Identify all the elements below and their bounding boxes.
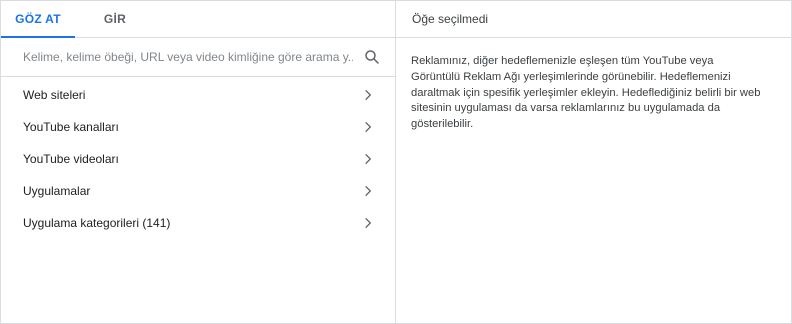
selection-panel: Öğe seçilmedi Reklamınız, diğer hedeflem… [396,1,791,323]
selection-description: Reklamınız, diğer hedeflemenizle eşleşen… [411,55,761,131]
category-label: Uygulama kategorileri (141) [23,216,171,230]
category-list: Web siteleri YouTube kanalları YouTube v… [1,77,395,239]
selection-header: Öğe seçilmedi [396,1,791,38]
placement-picker: GÖZ AT GİR Web siteleri YouTube kanallar… [0,0,792,324]
tab-browse[interactable]: GÖZ AT [1,1,75,38]
category-label: YouTube videoları [23,152,119,166]
chevron-right-icon [365,121,372,133]
chevron-right-icon [365,89,372,101]
browse-panel: GÖZ AT GİR Web siteleri YouTube kanallar… [1,1,396,323]
category-label: YouTube kanalları [23,120,119,134]
search-input[interactable] [23,47,353,67]
search-icon[interactable] [363,48,381,66]
category-label: Web siteleri [23,88,86,102]
tab-bar: GÖZ AT GİR [1,1,395,38]
chevron-right-icon [365,217,372,229]
category-app-categories[interactable]: Uygulama kategorileri (141) [1,207,395,239]
category-websites[interactable]: Web siteleri [1,79,395,111]
chevron-right-icon [365,153,372,165]
category-youtube-videos[interactable]: YouTube videoları [1,143,395,175]
category-label: Uygulamalar [23,184,91,198]
search-bar [1,38,395,77]
category-youtube-channels[interactable]: YouTube kanalları [1,111,395,143]
tab-enter[interactable]: GİR [95,1,135,37]
chevron-right-icon [365,185,372,197]
category-apps[interactable]: Uygulamalar [1,175,395,207]
